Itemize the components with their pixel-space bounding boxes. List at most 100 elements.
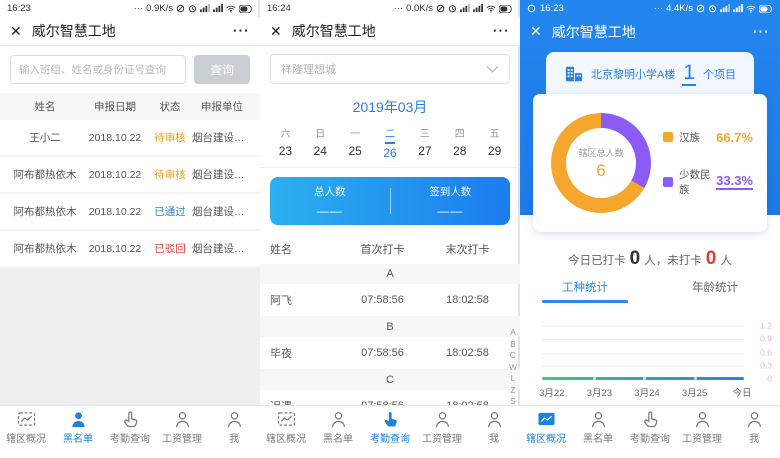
hand-icon (121, 411, 140, 428)
worker-name: 阿飞 (270, 292, 340, 308)
project-select[interactable]: 祥隆理想城 (270, 54, 510, 84)
status-time: 16:23 (540, 3, 564, 14)
tab-district-overview[interactable]: 辖区概况 (0, 411, 52, 458)
person-outline-icon (173, 411, 192, 428)
tab-me[interactable]: 我 (468, 411, 520, 458)
declare-unit: 烟台建设集团 (192, 130, 252, 145)
tab-age-stats[interactable]: 年龄统计 (650, 279, 780, 309)
tab-attendance-query[interactable]: 考勤查询 (624, 411, 676, 458)
status-badge: 待审核 (148, 130, 192, 145)
battery-icon (499, 5, 513, 13)
active-tab-underline (542, 300, 628, 303)
tab-district-overview[interactable]: 辖区概况 (260, 411, 312, 458)
alarm-icon (448, 4, 457, 13)
col-header-date: 申报日期 (82, 99, 148, 114)
legend-swatch (663, 132, 673, 142)
wifi-icon (746, 5, 756, 13)
tab-salary-management[interactable]: 工资管理 (156, 411, 208, 458)
status-dots-icon: ··· (394, 3, 404, 14)
signal-sim1-icon (200, 4, 210, 13)
week-day[interactable]: 一25 (338, 124, 373, 160)
tab-salary-management[interactable]: 工资管理 (676, 411, 728, 458)
person-outline-icon (693, 411, 712, 428)
tab-attendance-query[interactable]: 考勤查询 (104, 411, 156, 458)
donut-chart: 辖区总人数 6 (551, 113, 651, 213)
project-select-value: 祥隆理想城 (281, 61, 486, 77)
tab-blacklist[interactable]: 黑名单 (312, 411, 364, 458)
table-header: 姓名 申报日期 状态 申报单位 (0, 93, 260, 120)
attendance-list[interactable]: A 阿飞 07:58:56 18:02:58 B 毕夜 07:58:56 18:… (260, 264, 520, 405)
tab-bar: 辖区概况 黑名单 考勤查询 工资管理 我 (520, 405, 780, 458)
close-icon[interactable]: ✕ (10, 23, 22, 40)
query-button[interactable]: 查询 (194, 55, 250, 84)
chart-data-line (542, 377, 744, 380)
status-net-speed: 4.4K/s (666, 3, 693, 14)
table-row[interactable]: 阿布都热依木 2018.10.22 已通过 烟台建设集团烟台建设... (0, 194, 260, 231)
worker-name: 迟遇 (270, 398, 340, 405)
week-day[interactable]: 六23 (268, 124, 303, 160)
more-menu-icon[interactable]: ⋯ (752, 22, 770, 42)
week-day[interactable]: 四28 (442, 124, 477, 160)
donut-center-value: 6 (596, 161, 605, 181)
attendance-row[interactable]: 迟遇 07:58:56 18:02:58 (260, 390, 520, 405)
person-outline-icon (225, 411, 244, 428)
more-menu-icon[interactable]: ⋯ (232, 21, 250, 41)
section-letter: B (260, 317, 520, 337)
attendance-summary-card: 总人数 —— 签到人数 —— (270, 177, 510, 225)
table-row[interactable]: 阿布都热依木 2018.10.22 待审核 烟台建设集团 (0, 157, 260, 194)
status-time: 16:23 (7, 3, 31, 14)
week-day[interactable]: 三27 (407, 124, 442, 160)
stat-tabs: 工种统计 年龄统计 (520, 279, 780, 309)
tab-district-overview[interactable]: 辖区概况 (520, 411, 572, 458)
more-menu-icon[interactable]: ⋯ (492, 21, 510, 41)
status-badge: 已通过 (148, 204, 192, 219)
alphabet-index[interactable]: AB CW LZ S (509, 328, 517, 405)
tab-salary-management[interactable]: 工资管理 (416, 411, 468, 458)
project-count-suffix: 个项目 (703, 66, 736, 82)
tab-attendance-query[interactable]: 考勤查询 (364, 411, 416, 458)
table-row[interactable]: 阿布都热依木 2018.10.22 已驳回 烟台建设集团 (0, 231, 260, 268)
tab-me[interactable]: 我 (208, 411, 260, 458)
tab-blacklist[interactable]: 黑名单 (572, 411, 624, 458)
week-day[interactable]: 五29 (477, 124, 512, 160)
hand-icon (381, 411, 400, 428)
tab-me[interactable]: 我 (728, 411, 780, 458)
worker-name: 阿布都热依木 (8, 241, 82, 256)
data-saver-icon (436, 4, 445, 13)
tab-blacklist[interactable]: 黑名单 (52, 411, 104, 458)
person-outline-icon (485, 411, 504, 428)
alarm-icon (188, 4, 197, 13)
status-dots-icon: ··· (134, 3, 144, 14)
attendance-row[interactable]: 毕夜 07:58:56 18:02:58 (260, 337, 520, 370)
signal-sim1-icon (460, 4, 470, 13)
title-bar: ✕ 威尔智慧工地 ⋯ (520, 17, 780, 46)
attendance-row[interactable]: 阿飞 07:58:56 18:02:58 (260, 284, 520, 317)
worker-name: 阿布都热依木 (8, 204, 82, 219)
tab-bar: 辖区概况 黑名单 考勤查询 工资管理 我 (0, 405, 260, 458)
tab-worktype-stats[interactable]: 工种统计 (520, 279, 650, 309)
blue-header-area: 16:23 ··· 4.4K/s ✕ 威尔智慧工地 ⋯ (520, 0, 780, 215)
worker-name: 王小二 (8, 130, 82, 145)
month-label[interactable]: 2019年03月 (260, 92, 520, 124)
triple-screenshot: 16:23 ··· 0.9K/s ✕ 威尔智慧工地 ⋯ 查询 姓名 申报日期 (0, 0, 780, 458)
project-card[interactable]: 北京黎明小学A楼 1 个项目 (546, 52, 754, 95)
total-count: 总人数 —— (270, 184, 390, 218)
col-header-unit: 申报单位 (192, 99, 252, 114)
status-time: 16:24 (267, 3, 291, 14)
table-row[interactable]: 王小二 2018.10.22 待审核 烟台建设集团 (0, 120, 260, 157)
close-icon[interactable]: ✕ (270, 23, 282, 40)
search-input[interactable] (10, 55, 186, 84)
donut-center: 辖区总人数 6 (566, 128, 636, 198)
close-icon[interactable]: ✕ (530, 23, 542, 40)
week-day-selected[interactable]: 二26 (373, 124, 408, 160)
week-day[interactable]: 日24 (303, 124, 338, 160)
legend-label: 汉族 (679, 130, 700, 145)
section-letter: C (260, 370, 520, 390)
legend-value: 66.7% (716, 130, 753, 145)
col-header-status: 状态 (148, 99, 192, 114)
chart-icon (277, 411, 296, 428)
declare-unit: 烟台建设集团 (192, 241, 252, 256)
person-outline-icon (745, 411, 764, 428)
page-title: 威尔智慧工地 (292, 21, 492, 41)
declare-date: 2018.10.22 (82, 169, 148, 181)
